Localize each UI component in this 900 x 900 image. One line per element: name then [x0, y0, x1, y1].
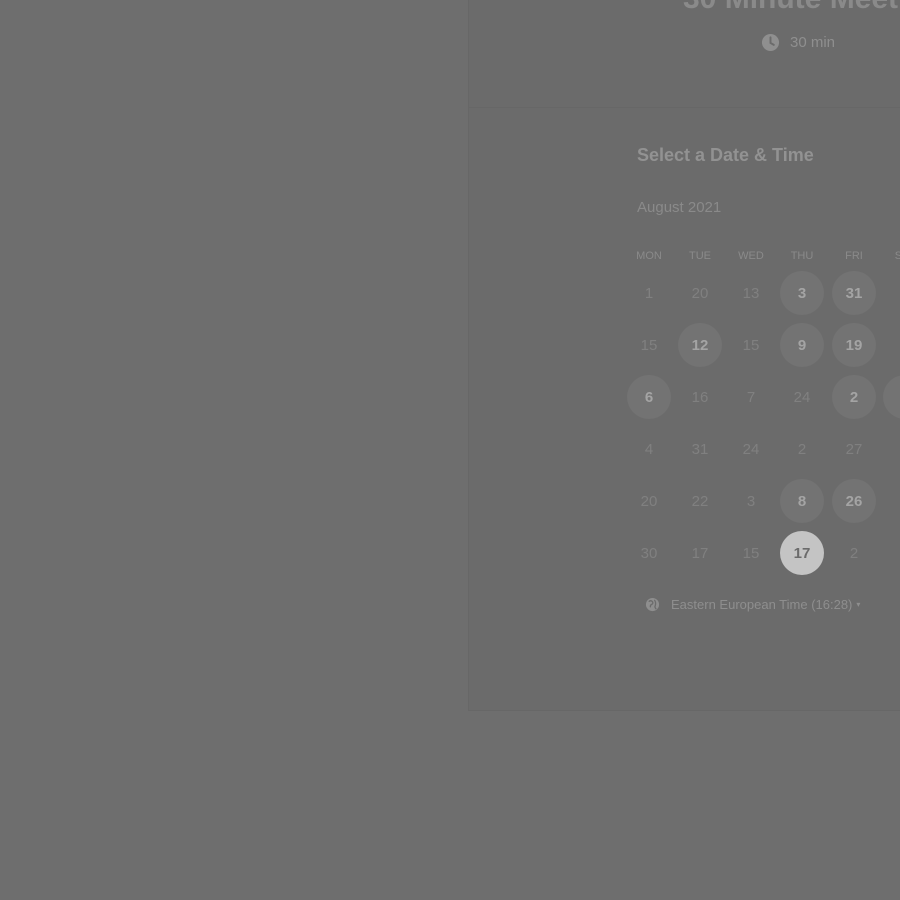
- calendar-day: 24: [793, 388, 811, 406]
- calendar-day[interactable]: 19: [832, 323, 876, 367]
- event-title: 30 Minute Meeting: [683, 0, 900, 16]
- timezone-selector[interactable]: Eastern European Time (16:28) ▾: [645, 597, 860, 612]
- event-duration: 30 min: [761, 33, 835, 52]
- calendar-day: 15: [640, 336, 658, 354]
- weekday-label: SAT: [894, 250, 900, 262]
- weekday-label: THU: [790, 250, 814, 262]
- calendar-day: 17: [691, 544, 709, 562]
- weekday-label: FRI: [845, 250, 863, 262]
- clock-icon: [761, 33, 780, 52]
- calendar-day[interactable]: 31: [832, 271, 876, 315]
- event-duration-label: 30 min: [790, 34, 836, 51]
- page-overlay: 30 Minute Meeting 30 min Select a Date &…: [0, 0, 900, 900]
- calendar-day: 3: [746, 492, 756, 510]
- calendar-day: 7: [746, 388, 756, 406]
- globe-icon: [645, 597, 660, 612]
- calendar-day: 1: [883, 531, 900, 575]
- calendar-day: 27: [845, 440, 863, 458]
- calendar-day: 15: [742, 544, 760, 562]
- calendar-day: 16: [691, 388, 709, 406]
- calendar-day[interactable]: 3: [780, 271, 824, 315]
- calendar-day: 15: [742, 336, 760, 354]
- calendar-day: 22: [691, 492, 709, 510]
- calendar-day: 20: [640, 492, 658, 510]
- calendar-day: 20: [691, 284, 709, 302]
- calendar-day: 4: [644, 440, 654, 458]
- event-header: 30 Minute Meeting 30 min: [469, 0, 900, 108]
- chevron-down-icon: ▾: [856, 600, 861, 609]
- weekday-label: TUE: [689, 250, 711, 262]
- calendar-day[interactable]: 8: [780, 479, 824, 523]
- calendar-day-selected[interactable]: 17: [780, 531, 824, 575]
- weekday-label: MON: [636, 250, 662, 262]
- month-label: August 2021: [637, 199, 722, 216]
- calendar-day[interactable]: 12: [678, 323, 722, 367]
- calendar-day: 2: [797, 440, 807, 458]
- calendar-day: 30: [640, 544, 658, 562]
- calendar-day: 1: [883, 323, 900, 367]
- calendar-day: 1: [644, 284, 654, 302]
- scheduling-panel: 30 Minute Meeting 30 min Select a Date &…: [468, 0, 900, 711]
- calendar-day[interactable]: 6: [627, 375, 671, 419]
- weekday-label: WED: [738, 250, 764, 262]
- calendar-day[interactable]: 1: [883, 375, 900, 419]
- calendar-day[interactable]: 2: [832, 375, 876, 419]
- calendar-day: 13: [742, 284, 760, 302]
- calendar-day[interactable]: 26: [832, 479, 876, 523]
- calendar-day: 1: [883, 427, 900, 471]
- calendar-day[interactable]: 9: [780, 323, 824, 367]
- section-title: Select a Date & Time: [637, 145, 814, 165]
- calendar-day: 2: [849, 544, 859, 562]
- timezone-label: Eastern European Time (16:28): [671, 597, 853, 612]
- calendar-day: 24: [742, 440, 760, 458]
- calendar-day: 31: [691, 440, 709, 458]
